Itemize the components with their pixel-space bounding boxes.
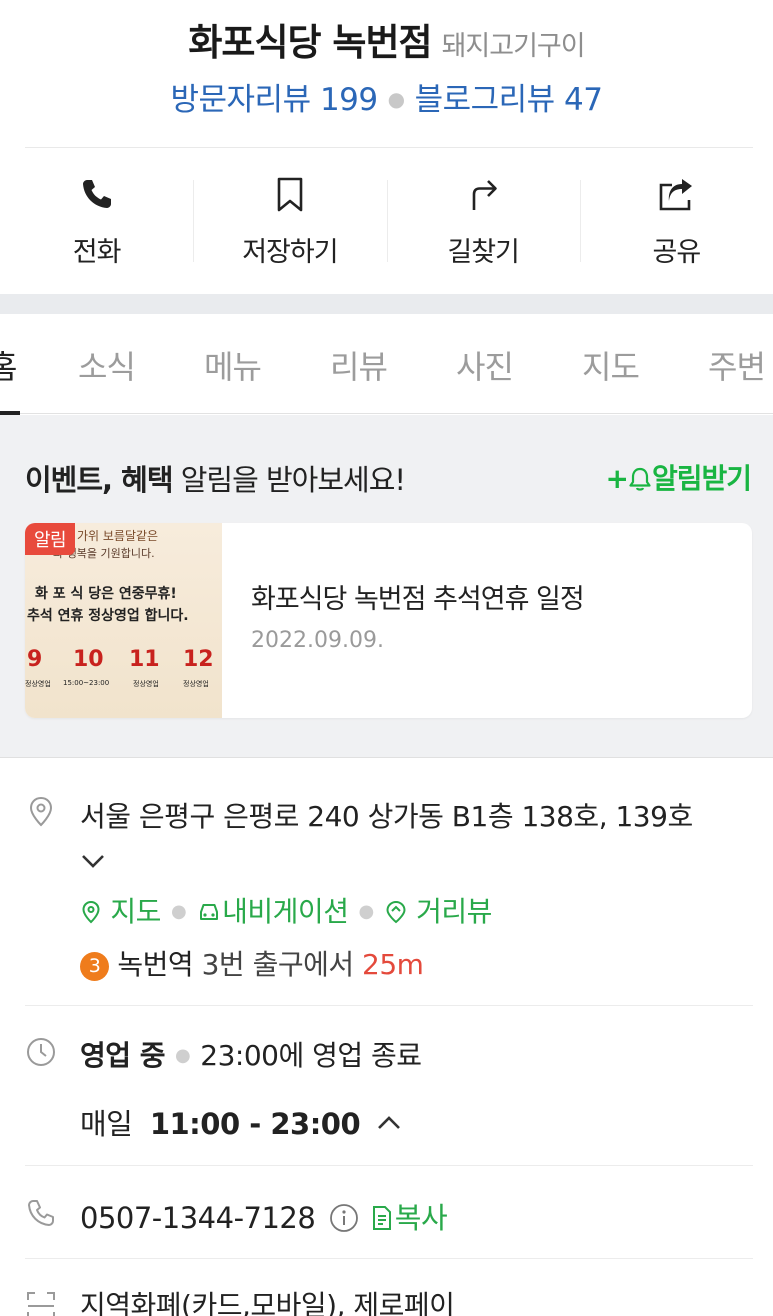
- phone-line: 0507-1344-7128 복사: [80, 1195, 448, 1237]
- station-name: 녹번역: [117, 948, 194, 981]
- subway-line-badge: 3: [80, 952, 109, 981]
- review-summary: 방문자리뷰 199 ● 블로그리뷰 47: [0, 74, 773, 119]
- section-gap: [0, 294, 773, 314]
- thumb-sub: 정상영업: [133, 680, 159, 688]
- event-title: 화포식당 녹번점 추석연휴 일정: [251, 584, 585, 615]
- tab-news[interactable]: 소식: [78, 342, 136, 388]
- location-pin-icon: [29, 796, 53, 827]
- hours-line[interactable]: 매일 11:00 - 23:00: [80, 1101, 403, 1143]
- directions-label: 길찾기: [447, 237, 520, 268]
- event-heading: 이벤트, 혜택 알림을 받아보세요!: [25, 457, 406, 499]
- thumb-sub: 정상영업: [25, 680, 51, 688]
- notify-label: 알림받기: [651, 462, 752, 495]
- place-title: 화포식당 녹번점: [188, 21, 432, 64]
- save-button[interactable]: 저장하기: [193, 148, 386, 294]
- clock-icon: [27, 1038, 55, 1066]
- title-line: 화포식당 녹번점 돼지고기구이: [0, 12, 773, 66]
- map-link[interactable]: 지도: [80, 895, 161, 928]
- divider: [25, 1005, 753, 1006]
- phone-number[interactable]: 0507-1344-7128: [80, 1201, 316, 1235]
- exit-text: 3번 출구에서: [193, 948, 363, 981]
- action-bar: 전화 저장하기 길찾기 공유: [0, 148, 773, 294]
- place-category: 돼지고기구이: [441, 31, 586, 62]
- tab-bar: 홈 소식 메뉴 리뷰 사진 지도 주변: [0, 314, 773, 415]
- hours-time: 11:00 - 23:00: [149, 1107, 361, 1141]
- thumb-line1: 가위 보름달같은: [77, 529, 159, 543]
- tab-review[interactable]: 리뷰: [330, 342, 388, 388]
- car-icon: [200, 904, 219, 920]
- event-heading-rest: 알림을 받아보세요!: [172, 463, 406, 497]
- call-button[interactable]: 전화: [0, 148, 193, 294]
- bookmark-icon: [277, 177, 303, 212]
- tab-home[interactable]: 홈: [0, 342, 17, 388]
- directions-button[interactable]: 길찾기: [386, 148, 580, 294]
- separator-dot: ●: [175, 1045, 191, 1066]
- chevron-down-icon[interactable]: [80, 851, 106, 871]
- separator-dot: ●: [170, 901, 187, 922]
- blog-review-link[interactable]: 블로그리뷰 47: [415, 82, 603, 118]
- event-section: 이벤트, 혜택 알림을 받아보세요! + 알림받기 가위 보름달같은 과 행복을 …: [0, 415, 773, 758]
- info-icon[interactable]: [328, 1202, 360, 1234]
- share-button[interactable]: 공유: [579, 148, 773, 294]
- directions-icon: [472, 180, 497, 210]
- street-view-link[interactable]: 거리뷰: [384, 895, 492, 928]
- open-status: 영업 중: [80, 1039, 166, 1072]
- phone-outline-icon: [28, 1200, 54, 1226]
- navigation-link[interactable]: 내비게이션: [196, 895, 349, 928]
- thumb-line3: 화 포 식 당은 연중무휴!: [35, 586, 177, 602]
- chevron-up-icon[interactable]: [375, 1113, 403, 1133]
- map-links: 지도 ● 내비게이션 ● 거리뷰: [80, 890, 492, 930]
- event-thumbnail: 가위 보름달같은 과 행복을 기원합니다. 화 포 식 당은 연중무휴! 추석 …: [25, 523, 222, 718]
- thumb-day: 10: [73, 647, 104, 672]
- save-label: 저장하기: [242, 237, 338, 268]
- share-icon: [660, 179, 693, 211]
- tab-photo[interactable]: 사진: [456, 342, 514, 388]
- tab-menu[interactable]: 메뉴: [204, 342, 262, 388]
- payment-text: 지역화폐(카드,모바일), 제로페이: [80, 1289, 455, 1316]
- thumb-day: 12: [183, 647, 214, 672]
- place-header: 화포식당 녹번점 돼지고기구이 방문자리뷰 199 ● 블로그리뷰 47: [0, 0, 773, 148]
- navigation-link-label: 내비게이션: [222, 895, 349, 928]
- distance-text: 25m: [362, 948, 424, 981]
- bell-icon: [629, 467, 651, 491]
- thumb-line4: 추석 연휴 정상영업 합니다.: [27, 608, 189, 624]
- copy-label: 복사: [394, 1201, 448, 1235]
- event-date: 2022.09.09.: [251, 628, 384, 653]
- thumb-day: 11: [129, 647, 160, 672]
- call-label: 전화: [72, 237, 122, 268]
- business-status: 영업 중 ● 23:00에 영업 종료: [80, 1034, 422, 1074]
- phone-icon: [82, 180, 111, 208]
- divider: [25, 1258, 753, 1259]
- plus-icon: +: [605, 462, 628, 495]
- event-heading-bold: 이벤트, 혜택: [25, 463, 174, 497]
- scan-icon: [27, 1292, 55, 1316]
- street-view-link-label: 거리뷰: [416, 895, 492, 928]
- tab-map[interactable]: 지도: [582, 342, 640, 388]
- visitor-review-link[interactable]: 방문자리뷰 199: [171, 82, 379, 118]
- thumb-day: 9: [27, 647, 43, 672]
- subway-info: 3 녹번역 3번 출구에서 25m: [80, 943, 424, 983]
- event-card[interactable]: 가위 보름달같은 과 행복을 기원합니다. 화 포 식 당은 연중무휴! 추석 …: [25, 523, 752, 718]
- map-link-label: 지도: [110, 895, 161, 928]
- closing-time: 23:00에 영업 종료: [200, 1039, 422, 1072]
- copy-button[interactable]: 복사: [369, 1201, 448, 1235]
- pin-small-icon: [82, 900, 100, 924]
- copy-icon: [372, 1206, 391, 1230]
- address-text: 서울 은평구 은평로 240 상가동 B1층 138호, 139호: [80, 800, 693, 833]
- thumb-sub: 정상영업: [183, 680, 209, 688]
- thumb-sub: 15:00~23:00: [63, 679, 110, 687]
- share-label: 공유: [652, 237, 702, 268]
- street-view-icon: [386, 900, 406, 924]
- alert-badge: 알림: [25, 523, 76, 555]
- thumb-days: 9 10 11 12 정상영업 15:00~23:00 정상영업 정상영업: [25, 647, 222, 693]
- hours-day: 매일: [80, 1107, 133, 1141]
- separator-dot: ●: [358, 901, 374, 922]
- notify-button[interactable]: + 알림받기: [605, 457, 752, 497]
- divider: [25, 1165, 753, 1166]
- tab-nearby[interactable]: 주변: [708, 342, 766, 388]
- separator-dot: ●: [387, 87, 405, 111]
